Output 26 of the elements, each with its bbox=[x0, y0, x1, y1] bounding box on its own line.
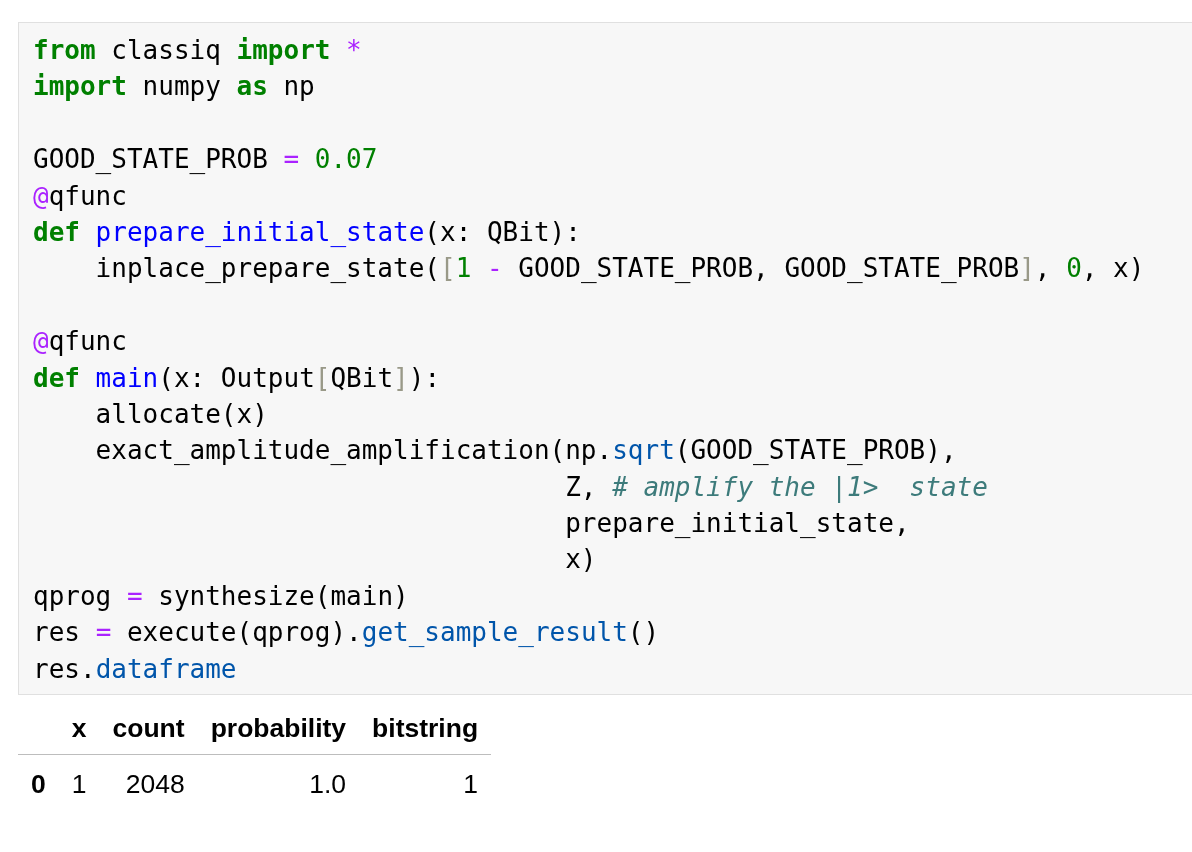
table-cell: 1 bbox=[58, 754, 100, 807]
code-line: inplace_prepare_state([1 - GOOD_STATE_PROB, GOOD_STATE_PROB], 0, x) bbox=[94, 252, 1146, 286]
code-line: def prepare_initial_state(x: QBit): bbox=[33, 215, 582, 249]
table-cell: 1 bbox=[359, 754, 492, 807]
code-line: qprog = synthesize(main) bbox=[33, 579, 410, 613]
code-line: exact_amplitude_amplification(np.sqrt(GOOD_STATE_PROB), bbox=[94, 434, 958, 468]
code-line: allocate(x) bbox=[94, 397, 269, 431]
column-header: probability bbox=[197, 707, 360, 755]
code-line: import numpy as np bbox=[33, 70, 316, 104]
code-line: @qfunc bbox=[33, 325, 128, 359]
table-cell: 2048 bbox=[99, 754, 198, 807]
code-line: from classiq import * bbox=[33, 34, 363, 67]
code-cell[interactable] bbox=[18, 22, 1192, 696]
code-line: prepare_initial_state, bbox=[564, 507, 911, 541]
column-header: x bbox=[58, 707, 100, 755]
code-line: Z, # amplify the |1> state bbox=[564, 470, 989, 505]
code-line: res.dataframe bbox=[33, 652, 238, 686]
code-line: res = execute(qprog).get_sample_result() bbox=[33, 616, 661, 650]
column-header: bitstring bbox=[359, 707, 492, 755]
table-cell: 1.0 bbox=[197, 754, 360, 807]
code-line: def main(x: Output[QBit]): bbox=[33, 361, 442, 395]
column-header: count bbox=[99, 707, 198, 755]
code-line: x) bbox=[564, 543, 598, 577]
code-line: GOOD_STATE_PROB = 0.07 bbox=[33, 143, 379, 177]
code-line: @qfunc bbox=[33, 179, 128, 213]
row-index: 0 bbox=[18, 754, 59, 807]
